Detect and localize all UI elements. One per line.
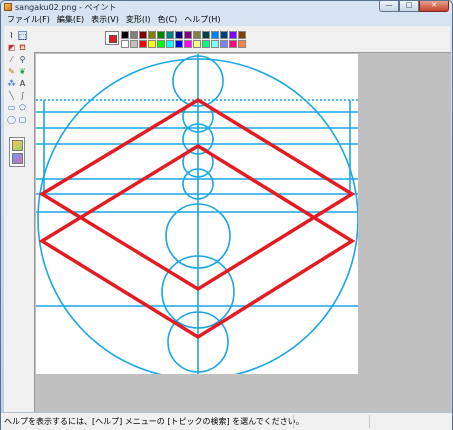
maximize-button[interactable]: □ — [399, 1, 419, 12]
color-swatch[interactable] — [238, 31, 246, 39]
lower-diamond — [38, 143, 356, 340]
transparent-option-icon[interactable] — [12, 153, 23, 164]
status-bar: ヘルプを表示するには、[ヘルプ] メニューの [トピックの検索] を選んでくださ… — [1, 412, 452, 430]
color-swatch[interactable] — [211, 40, 219, 48]
brush-icon[interactable]: ❦ — [18, 67, 27, 76]
pencil-icon[interactable]: ✎ — [7, 67, 16, 76]
color-swatch[interactable] — [166, 31, 174, 39]
menu-edit[interactable]: 編集(E) — [54, 14, 88, 25]
color-swatch[interactable] — [157, 31, 165, 39]
text-icon[interactable]: A — [18, 79, 27, 88]
color-swatch[interactable] — [184, 31, 192, 39]
color-swatch[interactable] — [166, 40, 174, 48]
polygon-icon[interactable]: ⬠ — [18, 103, 27, 112]
eyedropper-icon[interactable]: ⁄ — [7, 55, 16, 64]
minimize-button[interactable]: — — [379, 1, 399, 12]
status-divider — [293, 415, 294, 428]
magnifier-icon[interactable]: ⚲ — [18, 55, 27, 64]
toolbox: ⌇ ⬚ ◩ ⛾ ⁄ ⚲ ✎ ❦ ⁂ A ╲ ∫ ▭ ⬠ ◯ ▢ — [5, 29, 29, 194]
line-icon[interactable]: ╲ — [7, 91, 16, 100]
paint-app-icon[interactable] — [4, 3, 12, 11]
menu-file[interactable]: ファイル(F) — [4, 14, 54, 25]
color-swatch[interactable] — [202, 40, 210, 48]
color-swatch[interactable] — [220, 31, 228, 39]
menu-view[interactable]: 表示(V) — [88, 14, 123, 25]
color-swatch[interactable] — [184, 40, 192, 48]
color-swatch[interactable] — [193, 31, 201, 39]
canvas-scroll-area[interactable] — [34, 52, 451, 413]
color-swatch[interactable] — [229, 40, 237, 48]
status-divider — [369, 415, 370, 428]
color-swatch[interactable] — [121, 40, 129, 48]
color-swatch[interactable] — [238, 40, 246, 48]
eraser-icon[interactable]: ◩ — [7, 43, 16, 52]
current-colors[interactable] — [105, 31, 119, 45]
foreground-color-swatch — [109, 35, 117, 43]
color-swatch[interactable] — [211, 31, 219, 39]
title-bar[interactable]: sangaku02.png - ペイント — □ ✕ — [1, 1, 452, 13]
color-swatch[interactable] — [130, 40, 138, 48]
free-select-icon[interactable]: ⌇ — [7, 31, 16, 40]
menu-colors[interactable]: 色(C) — [154, 14, 181, 25]
status-text: ヘルプを表示するには、[ヘルプ] メニューの [トピックの検索] を選んでくださ… — [4, 417, 304, 426]
menu-help[interactable]: ヘルプ(H) — [181, 14, 224, 25]
color-swatch[interactable] — [220, 40, 228, 48]
color-swatch[interactable] — [148, 31, 156, 39]
sangaku-drawing — [36, 54, 359, 380]
color-swatch[interactable] — [229, 31, 237, 39]
airbrush-icon[interactable]: ⁂ — [7, 79, 16, 88]
color-swatch[interactable] — [148, 40, 156, 48]
paint-window: sangaku02.png - ペイント — □ ✕ ファイル(F) 編集(E)… — [0, 0, 453, 430]
rectangle-icon[interactable]: ▭ — [7, 103, 16, 112]
color-swatch[interactable] — [139, 40, 147, 48]
menu-image[interactable]: 変形(I) — [123, 14, 155, 25]
rect-select-icon[interactable]: ⬚ — [18, 31, 27, 41]
color-swatch[interactable] — [130, 31, 138, 39]
color-swatch[interactable] — [157, 40, 165, 48]
color-swatch[interactable] — [139, 31, 147, 39]
color-swatch[interactable] — [193, 40, 201, 48]
window-title: sangaku02.png - ペイント — [15, 2, 117, 12]
client-area: ⌇ ⬚ ◩ ⛾ ⁄ ⚲ ✎ ❦ ⁂ A ╲ ∫ ▭ ⬠ ◯ ▢ — [4, 26, 451, 413]
caption-buttons: — □ ✕ — [379, 1, 449, 12]
palette-swatches — [121, 31, 246, 48]
color-swatch[interactable] — [202, 31, 210, 39]
color-swatch[interactable] — [175, 31, 183, 39]
menu-bar: ファイル(F) 編集(E) 表示(V) 変形(I) 色(C) ヘルプ(H) — [4, 14, 225, 25]
ellipse-icon[interactable]: ◯ — [7, 115, 16, 124]
color-swatch[interactable] — [175, 40, 183, 48]
color-swatch[interactable] — [121, 31, 129, 39]
rounded-rectangle-icon[interactable]: ▢ — [18, 115, 27, 124]
fill-bucket-icon[interactable]: ⛾ — [18, 43, 27, 52]
color-palette — [105, 31, 246, 48]
fill-style-option-icon[interactable] — [12, 140, 23, 151]
tool-options-panel[interactable] — [9, 137, 25, 167]
curve-icon[interactable]: ∫ — [18, 91, 27, 100]
drawing-canvas[interactable] — [36, 54, 359, 380]
close-button[interactable]: ✕ — [419, 1, 449, 12]
